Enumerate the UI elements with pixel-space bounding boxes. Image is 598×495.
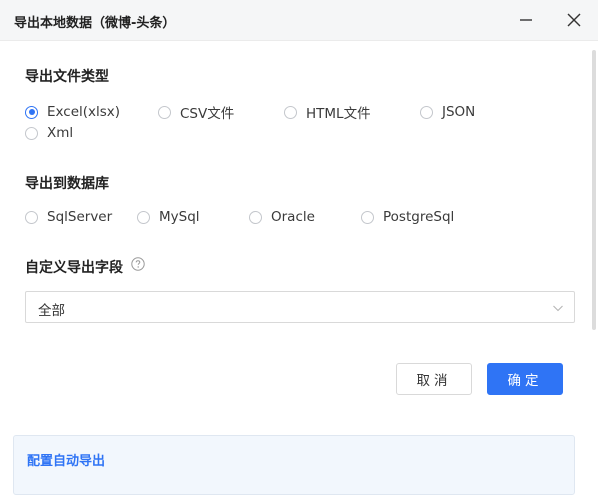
radio-html[interactable]: HTML文件 — [284, 103, 371, 122]
minimize-icon — [520, 19, 532, 21]
radio-unchecked-icon — [284, 105, 297, 119]
radio-unchecked-icon — [249, 210, 262, 224]
radio-label: Oracle — [271, 209, 315, 225]
radio-label: Excel(xlsx) — [47, 104, 121, 120]
radio-label: MySql — [159, 209, 200, 225]
radio-unchecked-icon — [158, 105, 171, 119]
auto-export-label: 配置自动导出 — [27, 454, 106, 469]
radio-label: CSV文件 — [180, 106, 235, 122]
radio-label: PostgreSql — [383, 209, 455, 225]
radio-unchecked-icon — [25, 126, 38, 140]
radio-unchecked-icon — [420, 105, 433, 119]
scrollbar[interactable] — [592, 50, 596, 330]
radio-json[interactable]: JSON — [420, 103, 475, 121]
radio-label: SqlServer — [47, 209, 113, 225]
radio-mysql[interactable]: MySql — [137, 208, 200, 226]
radio-csv[interactable]: CSV文件 — [158, 103, 235, 122]
confirm-button[interactable]: 确定 — [487, 363, 563, 395]
help-icon[interactable] — [131, 257, 145, 271]
radio-excel[interactable]: Excel(xlsx) — [25, 103, 120, 121]
fields-select[interactable]: 全部 — [25, 291, 575, 323]
close-icon — [567, 13, 581, 27]
radio-oracle[interactable]: Oracle — [249, 208, 315, 226]
dialog-title: 导出本地数据（微博-头条） — [14, 16, 176, 31]
radio-xml[interactable]: Xml — [25, 124, 73, 142]
radio-checked-icon — [25, 105, 38, 119]
file-type-heading: 导出文件类型 — [25, 69, 109, 85]
custom-fields-heading: 自定义导出字段 — [25, 260, 123, 276]
radio-unchecked-icon — [137, 210, 150, 224]
chevron-down-icon — [553, 305, 563, 312]
minimize-button[interactable] — [514, 8, 538, 32]
select-value: 全部 — [38, 303, 65, 319]
radio-unchecked-icon — [25, 210, 38, 224]
radio-postgresql[interactable]: PostgreSql — [361, 208, 454, 226]
radio-label: HTML文件 — [306, 106, 371, 122]
cancel-button[interactable]: 取消 — [396, 363, 472, 395]
close-button[interactable] — [562, 8, 586, 32]
auto-export-panel[interactable]: 配置自动导出 — [13, 435, 575, 495]
radio-unchecked-icon — [361, 210, 374, 224]
radio-label: Xml — [47, 125, 74, 141]
radio-sqlserver[interactable]: SqlServer — [25, 208, 112, 226]
title-bar: 导出本地数据（微博-头条） — [0, 0, 598, 41]
radio-label: JSON — [442, 104, 476, 120]
database-heading: 导出到数据库 — [25, 176, 109, 192]
